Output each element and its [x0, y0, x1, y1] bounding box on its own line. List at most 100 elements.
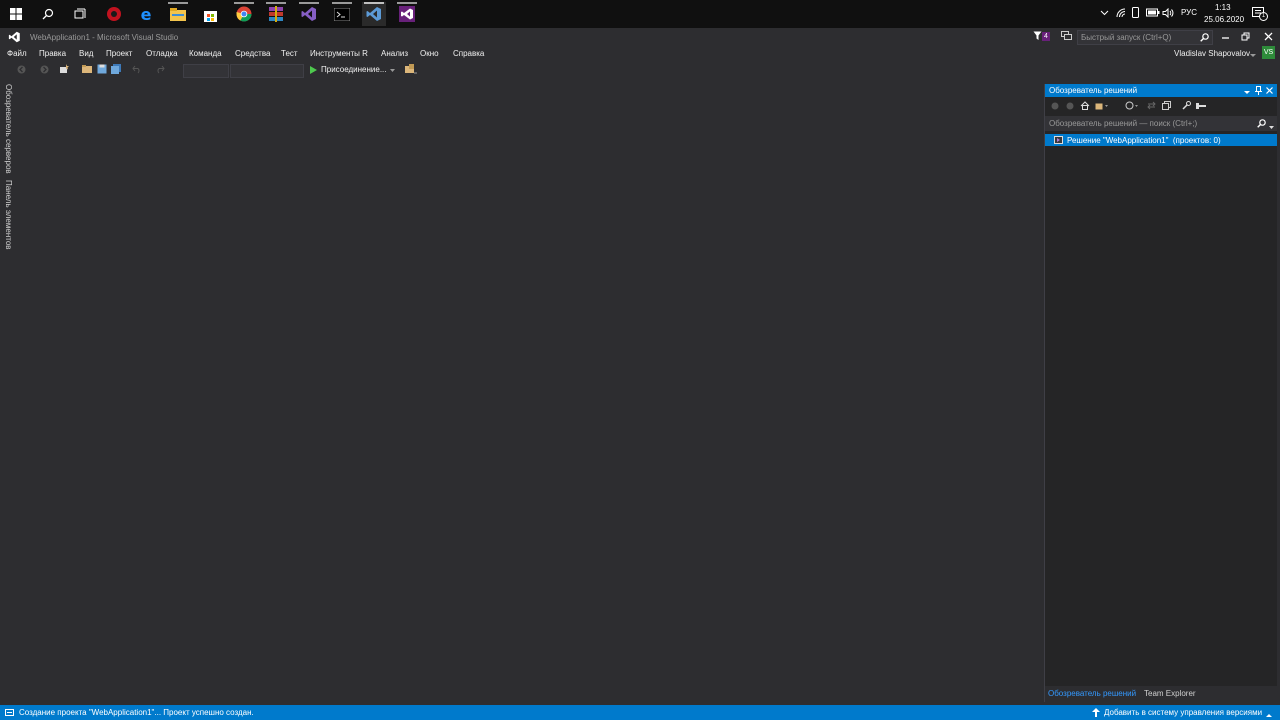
redo-icon[interactable] — [155, 64, 165, 74]
chevron-up-icon[interactable] — [1266, 711, 1272, 720]
user-dropdown-icon[interactable] — [1250, 51, 1256, 60]
menu-bar: Файл Правка Вид Проект Отладка Команда С… — [0, 46, 1280, 62]
chevron-up-icon[interactable] — [1100, 8, 1110, 18]
switch-views-icon[interactable] — [1095, 101, 1108, 111]
solution-configuration-select[interactable] — [183, 64, 229, 78]
standard-toolbar: Присоединение... — [0, 62, 1280, 78]
menu-analyze[interactable]: Анализ — [381, 49, 408, 58]
navigate-forward-icon[interactable] — [40, 65, 50, 75]
menu-file[interactable]: Файл — [7, 49, 27, 58]
attach-label: Присоединение... — [321, 65, 387, 74]
menu-r-tools[interactable]: Инструменты R — [310, 49, 368, 58]
open-file-icon[interactable] — [82, 64, 92, 74]
menu-window[interactable]: Окно — [420, 49, 439, 58]
menu-tools[interactable]: Средства — [235, 49, 270, 58]
solution-explorer-header: Обозреватель решений — [1045, 84, 1277, 97]
network-icon[interactable] — [1116, 8, 1126, 18]
search-icon — [1257, 119, 1266, 130]
store-icon[interactable] — [198, 2, 222, 26]
navigate-back-icon[interactable] — [17, 65, 27, 75]
pin-icon[interactable] — [1255, 86, 1262, 97]
clock-date[interactable]: 25.06.2020 — [1204, 15, 1244, 24]
solution-item-label: Решение "WebApplication1" (проектов: 0) — [1067, 136, 1221, 145]
save-all-icon[interactable] — [111, 64, 121, 74]
collapse-all-icon[interactable] — [1162, 101, 1172, 111]
avatar[interactable]: VS — [1262, 46, 1275, 59]
windows-taskbar: e РУС 1:13 25.06.2020 1 — [0, 0, 1280, 28]
solution-icon — [1054, 136, 1063, 146]
solution-explorer-panel: Обозреватель решений Обозреватель решени… — [1044, 84, 1277, 702]
browser-link-icon[interactable] — [405, 64, 417, 74]
solution-explorer-toolbar — [1045, 98, 1277, 114]
notification-center-icon[interactable]: 1 — [1252, 7, 1268, 21]
user-name[interactable]: Vladislav Shapovalov — [1174, 49, 1250, 58]
tab-toolbox[interactable]: Панель элементов — [4, 180, 13, 250]
solution-explorer-title: Обозреватель решений — [1049, 86, 1138, 95]
task-view-icon[interactable] — [68, 2, 92, 26]
search-icon[interactable] — [36, 2, 60, 26]
notifications-flag-icon[interactable]: 4 — [1033, 31, 1053, 43]
home-icon[interactable] — [1080, 101, 1090, 111]
tab-server-explorer[interactable]: Обозреватель серверов — [4, 84, 13, 174]
search-icon — [1200, 33, 1209, 44]
battery-icon[interactable] — [1146, 8, 1160, 18]
solution-platform-select[interactable] — [230, 64, 304, 78]
visual-studio-active-icon[interactable] — [362, 2, 386, 26]
volume-icon[interactable] — [1162, 7, 1174, 19]
arrow-up-icon — [1092, 708, 1100, 719]
winrar-icon[interactable] — [264, 2, 288, 26]
phone-icon[interactable] — [1132, 7, 1140, 19]
close-panel-icon[interactable] — [1266, 87, 1273, 96]
sync-with-document-icon[interactable] — [1147, 101, 1157, 111]
red-app-icon[interactable] — [102, 2, 126, 26]
chrome-icon[interactable] — [232, 2, 256, 26]
solution-search-input[interactable]: Обозреватель решений — поиск (Ctrl+;) — [1045, 116, 1277, 131]
menu-team[interactable]: Команда — [189, 49, 222, 58]
language-indicator[interactable]: РУС — [1181, 8, 1197, 17]
notification-count: 1 — [1259, 12, 1268, 21]
solution-search-placeholder: Обозреватель решений — поиск (Ctrl+;) — [1049, 119, 1198, 128]
back-icon[interactable] — [1051, 102, 1061, 112]
window-title: WebApplication1 - Microsoft Visual Studi… — [30, 33, 179, 42]
visual-studio-2-icon[interactable] — [395, 2, 419, 26]
play-icon — [310, 66, 317, 74]
window-position-dropdown-icon[interactable] — [1244, 88, 1250, 97]
status-message-icon — [5, 708, 14, 719]
new-project-icon[interactable] — [59, 64, 69, 74]
restore-button[interactable] — [1241, 32, 1251, 42]
quick-launch-placeholder: Быстрый запуск (Ctrl+Q) — [1081, 33, 1172, 42]
terminal-icon[interactable] — [330, 2, 354, 26]
menu-debug[interactable]: Отладка — [146, 49, 178, 58]
pending-changes-filter-icon[interactable] — [1125, 101, 1138, 111]
menu-test[interactable]: Тест — [281, 49, 298, 58]
panel-tabs: Обозреватель решений Team Explorer — [1045, 686, 1277, 702]
forward-icon[interactable] — [1066, 102, 1076, 112]
edge-icon[interactable]: e — [134, 2, 158, 26]
notifications-badge: 4 — [1042, 32, 1050, 41]
clock-time[interactable]: 1:13 — [1215, 3, 1231, 12]
search-options-dropdown-icon[interactable] — [1269, 122, 1274, 131]
minimize-button[interactable] — [1221, 32, 1231, 42]
undo-icon[interactable] — [132, 64, 142, 74]
close-button[interactable] — [1264, 32, 1274, 42]
save-icon[interactable] — [97, 64, 107, 74]
windows-start-icon[interactable] — [4, 2, 28, 26]
menu-view[interactable]: Вид — [79, 49, 93, 58]
tab-team-explorer[interactable]: Team Explorer — [1144, 689, 1196, 698]
visual-studio-icon[interactable] — [297, 2, 321, 26]
feedback-icon[interactable] — [1061, 31, 1073, 42]
add-to-source-control-button[interactable]: Добавить в систему управления версиями — [1104, 708, 1262, 717]
editor-area — [16, 80, 1042, 702]
quick-launch-input[interactable]: Быстрый запуск (Ctrl+Q) — [1077, 30, 1213, 45]
tab-solution-explorer[interactable]: Обозреватель решений — [1048, 689, 1136, 698]
menu-edit[interactable]: Правка — [39, 49, 66, 58]
menu-project[interactable]: Проект — [106, 49, 132, 58]
attach-button[interactable]: Присоединение... — [309, 64, 401, 76]
properties-icon[interactable] — [1182, 101, 1192, 111]
title-bar: WebApplication1 - Microsoft Visual Studi… — [0, 28, 1280, 46]
preview-selected-items-icon[interactable] — [1196, 102, 1206, 112]
file-explorer-icon[interactable] — [166, 2, 190, 26]
status-message: Создание проекта "WebApplication1"... Пр… — [19, 708, 254, 717]
menu-help[interactable]: Справка — [453, 49, 484, 58]
solution-tree-item[interactable]: Решение "WebApplication1" (проектов: 0) — [1045, 134, 1277, 146]
